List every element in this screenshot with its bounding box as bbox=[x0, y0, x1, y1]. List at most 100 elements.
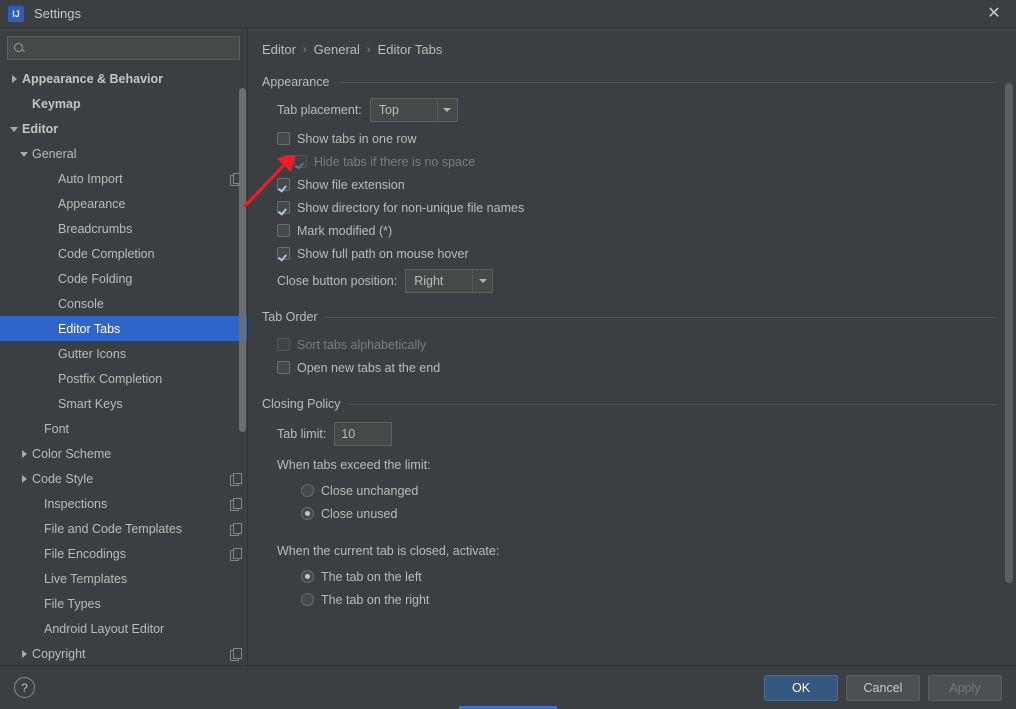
chevron-right-icon[interactable] bbox=[8, 72, 22, 86]
sidebar-item-code-completion[interactable]: Code Completion bbox=[0, 241, 247, 266]
sidebar-item-editor[interactable]: Editor bbox=[0, 116, 247, 141]
sidebar-item-label: Breadcrumbs bbox=[58, 222, 132, 236]
tab-on-right-radio[interactable] bbox=[301, 593, 314, 606]
chevron-right-icon[interactable] bbox=[18, 447, 32, 461]
close-button-position-select[interactable]: Right bbox=[405, 269, 493, 293]
tree-spacer bbox=[44, 197, 58, 211]
close-icon[interactable]: ✕ bbox=[972, 0, 1016, 28]
when-current-tab-closed-label: When the current tab is closed, activate… bbox=[277, 544, 499, 558]
sidebar-item-breadcrumbs[interactable]: Breadcrumbs bbox=[0, 216, 247, 241]
divider bbox=[349, 404, 998, 405]
breadcrumb: Editor › General › Editor Tabs bbox=[248, 28, 1016, 57]
section-header-appearance: Appearance bbox=[262, 75, 998, 89]
section-header-closing-policy: Closing Policy bbox=[262, 397, 998, 411]
sidebar-item-file-encodings[interactable]: File Encodings bbox=[0, 541, 247, 566]
sidebar-item-file-types[interactable]: File Types bbox=[0, 591, 247, 616]
tab-placement-select[interactable]: Top bbox=[370, 98, 458, 122]
sidebar-item-console[interactable]: Console bbox=[0, 291, 247, 316]
sidebar-item-label: General bbox=[32, 147, 76, 161]
apply-button[interactable]: Apply bbox=[928, 675, 1002, 701]
mark-modified-checkbox[interactable] bbox=[277, 224, 290, 237]
chevron-right-icon[interactable] bbox=[18, 647, 32, 661]
show-full-path-row[interactable]: Show full path on mouse hover bbox=[277, 242, 1016, 265]
sidebar-item-file-and-code-templates[interactable]: File and Code Templates bbox=[0, 516, 247, 541]
sidebar-item-editor-tabs[interactable]: Editor Tabs bbox=[0, 316, 247, 341]
show-file-extension-checkbox[interactable] bbox=[277, 178, 290, 191]
detail-scrollbar[interactable] bbox=[1005, 83, 1013, 583]
sidebar-item-general[interactable]: General bbox=[0, 141, 247, 166]
tree-spacer bbox=[18, 97, 32, 111]
open-new-tabs-at-end-checkbox[interactable] bbox=[277, 361, 290, 374]
cancel-button[interactable]: Cancel bbox=[846, 675, 920, 701]
mark-modified-row[interactable]: Mark modified (*) bbox=[277, 219, 1016, 242]
hide-tabs-no-space-checkbox bbox=[294, 155, 307, 168]
sidebar-item-gutter-icons[interactable]: Gutter Icons bbox=[0, 341, 247, 366]
section-title: Appearance bbox=[262, 75, 329, 89]
sidebar-item-smart-keys[interactable]: Smart Keys bbox=[0, 391, 247, 416]
tree-spacer bbox=[30, 422, 44, 436]
tab-on-right-label: The tab on the right bbox=[321, 593, 429, 607]
sidebar-item-label: Code Folding bbox=[58, 272, 132, 286]
search-box[interactable] bbox=[7, 36, 240, 60]
tab-on-right-row[interactable]: The tab on the right bbox=[301, 588, 1016, 611]
copy-settings-icon[interactable] bbox=[230, 498, 241, 510]
chevron-right-icon[interactable] bbox=[18, 472, 32, 486]
close-unused-radio[interactable] bbox=[301, 507, 314, 520]
breadcrumb-item-1[interactable]: General bbox=[314, 42, 360, 57]
chevron-down-icon[interactable] bbox=[8, 122, 22, 136]
sidebar-item-copyright[interactable]: Copyright bbox=[0, 641, 247, 665]
help-button[interactable]: ? bbox=[14, 677, 35, 698]
sidebar-item-font[interactable]: Font bbox=[0, 416, 247, 441]
sidebar-item-keymap[interactable]: Keymap bbox=[0, 91, 247, 116]
show-file-extension-row[interactable]: Show file extension bbox=[277, 173, 1016, 196]
sidebar-item-inspections[interactable]: Inspections bbox=[0, 491, 247, 516]
show-tabs-one-row-row[interactable]: Show tabs in one row bbox=[277, 127, 1016, 150]
breadcrumb-item-0[interactable]: Editor bbox=[262, 42, 296, 57]
sidebar-item-appearance-behavior[interactable]: Appearance & Behavior bbox=[0, 66, 247, 91]
search-icon bbox=[13, 42, 26, 55]
tree-spacer bbox=[30, 497, 44, 511]
tab-limit-input[interactable]: 10 bbox=[334, 422, 392, 446]
sidebar-item-label: Live Templates bbox=[44, 572, 127, 586]
sidebar-item-postfix-completion[interactable]: Postfix Completion bbox=[0, 366, 247, 391]
close-unused-row[interactable]: Close unused bbox=[301, 502, 1016, 525]
sort-tabs-alphabetically-row: Sort tabs alphabetically bbox=[277, 333, 1016, 356]
tree-spacer bbox=[44, 372, 58, 386]
sidebar-item-code-style[interactable]: Code Style bbox=[0, 466, 247, 491]
copy-settings-icon[interactable] bbox=[230, 473, 241, 485]
open-new-tabs-at-end-label: Open new tabs at the end bbox=[297, 361, 440, 375]
settings-tree[interactable]: Appearance & Behavior Keymap Editor General… bbox=[0, 66, 247, 665]
sidebar-item-label: Keymap bbox=[32, 97, 81, 111]
sidebar-item-live-templates[interactable]: Live Templates bbox=[0, 566, 247, 591]
show-full-path-label: Show full path on mouse hover bbox=[297, 247, 469, 261]
sidebar-scrollbar-thumb[interactable] bbox=[239, 88, 246, 432]
close-unchanged-row[interactable]: Close unchanged bbox=[301, 479, 1016, 502]
chevron-down-icon[interactable] bbox=[18, 147, 32, 161]
sidebar-item-color-scheme[interactable]: Color Scheme bbox=[0, 441, 247, 466]
show-tabs-one-row-checkbox[interactable] bbox=[277, 132, 290, 145]
ok-button[interactable]: OK bbox=[764, 675, 838, 701]
chevron-right-icon: › bbox=[367, 44, 371, 56]
copy-settings-icon[interactable] bbox=[230, 523, 241, 535]
show-directory-checkbox[interactable] bbox=[277, 201, 290, 214]
sidebar-item-android-layout-editor[interactable]: Android Layout Editor bbox=[0, 616, 247, 641]
sidebar-item-appearance[interactable]: Appearance bbox=[0, 191, 247, 216]
sidebar-item-code-folding[interactable]: Code Folding bbox=[0, 266, 247, 291]
close-unchanged-label: Close unchanged bbox=[321, 484, 418, 498]
sidebar-item-label: Appearance bbox=[58, 197, 125, 211]
tab-on-left-radio[interactable] bbox=[301, 570, 314, 583]
open-new-tabs-at-end-row[interactable]: Open new tabs at the end bbox=[277, 356, 1016, 379]
sidebar-item-auto-import[interactable]: Auto Import bbox=[0, 166, 247, 191]
search-input[interactable] bbox=[29, 40, 234, 56]
detail-scrollbar-thumb[interactable] bbox=[1005, 83, 1013, 583]
show-full-path-checkbox[interactable] bbox=[277, 247, 290, 260]
sidebar-item-label: File and Code Templates bbox=[44, 522, 182, 536]
sidebar-scrollbar[interactable] bbox=[239, 64, 246, 444]
close-unchanged-radio[interactable] bbox=[301, 484, 314, 497]
show-directory-row[interactable]: Show directory for non-unique file names bbox=[277, 196, 1016, 219]
copy-settings-icon[interactable] bbox=[230, 548, 241, 560]
when-tabs-exceed-label-row: When tabs exceed the limit: bbox=[277, 453, 1016, 476]
settings-sidebar: Appearance & Behavior Keymap Editor General… bbox=[0, 28, 248, 665]
copy-settings-icon[interactable] bbox=[230, 648, 241, 660]
tab-on-left-row[interactable]: The tab on the left bbox=[301, 565, 1016, 588]
